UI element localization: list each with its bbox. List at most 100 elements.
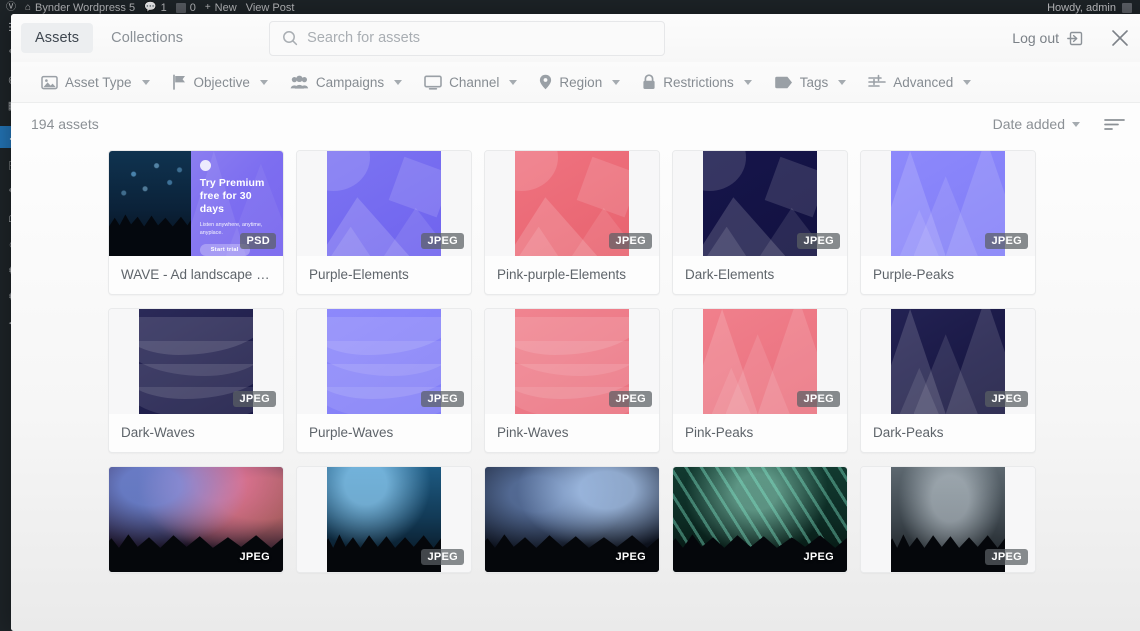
asset-name-label: Purple-Waves [297, 414, 471, 452]
results-bar: 194 assets Date added [11, 103, 1140, 145]
filter-label: Region [559, 75, 602, 90]
filter-campaigns[interactable]: Campaigns [290, 75, 402, 90]
asset-name-label: Pink-purple-Elements [485, 256, 659, 294]
filter-label: Advanced [893, 75, 953, 90]
filter-label: Objective [194, 75, 250, 90]
asset-type-badge: JPEG [609, 549, 652, 565]
asset-name-label: Purple-Elements [297, 256, 471, 294]
filter-objective[interactable]: Objective [172, 74, 268, 90]
chevron-down-icon [612, 80, 620, 85]
sign-out-icon [1067, 30, 1084, 47]
filter-label: Channel [449, 75, 499, 90]
asset-thumbnail[interactable]: JPEG [673, 467, 847, 572]
asset-type-badge: JPEG [797, 233, 840, 249]
people-icon [290, 75, 309, 90]
asset-thumbnail[interactable]: JPEG [485, 151, 659, 256]
sort-lines-icon[interactable] [1104, 117, 1126, 131]
asset-thumbnail[interactable]: JPEG [485, 309, 659, 414]
asset-card[interactable]: JPEG Purple-Elements [296, 150, 472, 295]
tab-collections[interactable]: Collections [97, 23, 197, 53]
modal-tabs: Assets Collections [21, 23, 197, 53]
asset-type-badge: JPEG [233, 391, 276, 407]
asset-card[interactable]: JPEGPurple-Peaks [860, 150, 1036, 295]
sort-by-value: Date added [993, 116, 1065, 132]
filter-channel[interactable]: Channel [424, 75, 517, 90]
asset-thumbnail[interactable]: JPEG [109, 309, 283, 414]
chevron-down-icon [260, 80, 268, 85]
sliders-icon [868, 74, 886, 90]
asset-grid: Try Premium free for 30 daysListen anywh… [11, 145, 1140, 573]
asset-type-badge: JPEG [797, 549, 840, 565]
asset-thumbnail[interactable]: JPEG [109, 467, 283, 572]
asset-card[interactable]: JPEGDark-Peaks [860, 308, 1036, 453]
asset-card[interactable]: Try Premium free for 30 daysListen anywh… [108, 150, 284, 295]
wp-view-post[interactable]: View Post [246, 2, 295, 14]
logout-button[interactable]: Log out [1012, 30, 1084, 47]
filter-label: Campaigns [316, 75, 384, 90]
chevron-down-icon [142, 80, 150, 85]
asset-card[interactable]: JPEG [484, 466, 660, 573]
asset-thumbnail[interactable]: JPEG [861, 467, 1035, 572]
brand-logo-icon [200, 160, 211, 171]
asset-name-label: Pink-Waves [485, 414, 659, 452]
asset-type-badge: JPEG [985, 391, 1028, 407]
asset-grid-scroll-area[interactable]: Try Premium free for 30 daysListen anywh… [11, 145, 1140, 631]
asset-card[interactable]: JPEG Pink-Waves [484, 308, 660, 453]
filter-region[interactable]: Region [539, 74, 620, 90]
ad-photo-half [109, 151, 191, 256]
asset-type-badge: JPEG [421, 233, 464, 249]
search-icon [282, 30, 298, 46]
wp-logo-icon[interactable]: Ⓥ [6, 3, 16, 13]
modal-header-actions: Log out [1012, 28, 1130, 48]
asset-thumbnail[interactable]: JPEG [485, 467, 659, 572]
location-pin-icon [539, 74, 552, 90]
asset-type-badge: JPEG [233, 549, 276, 565]
asset-thumbnail[interactable]: JPEG [673, 309, 847, 414]
avatar [1122, 3, 1132, 13]
search-input[interactable] [307, 30, 652, 46]
asset-thumbnail[interactable]: JPEG [861, 151, 1035, 256]
asset-card[interactable]: JPEG [860, 466, 1036, 573]
filter-restrictions[interactable]: Restrictions [642, 74, 752, 90]
chevron-down-icon [509, 80, 517, 85]
sort-by-dropdown[interactable]: Date added [993, 116, 1080, 132]
asset-type-badge: JPEG [797, 391, 840, 407]
search-box[interactable] [269, 21, 665, 56]
asset-card[interactable]: JPEGDark-Waves [108, 308, 284, 453]
filter-label: Tags [800, 75, 829, 90]
wp-site-name[interactable]: ⌂ Bynder Wordpress 5 [25, 2, 135, 14]
filter-advanced[interactable]: Advanced [868, 74, 971, 90]
asset-thumbnail[interactable]: JPEG [297, 151, 471, 256]
tab-assets[interactable]: Assets [21, 23, 93, 53]
asset-card[interactable]: JPEG Pink-purple-Elements [484, 150, 660, 295]
asset-thumbnail[interactable]: JPEG [673, 151, 847, 256]
filter-tags[interactable]: Tags [774, 75, 847, 90]
filter-asset-type[interactable]: Asset Type [41, 75, 150, 90]
asset-card[interactable]: JPEGPurple-Waves [296, 308, 472, 453]
ad-headline: Try Premium free for 30 days [200, 177, 275, 216]
wp-comments[interactable]: 💬 1 [144, 2, 167, 14]
asset-card[interactable]: JPEG [108, 466, 284, 573]
asset-thumbnail[interactable]: Try Premium free for 30 daysListen anywh… [109, 151, 283, 256]
close-modal-button[interactable] [1110, 28, 1130, 48]
asset-card[interactable]: JPEG [296, 466, 472, 573]
filter-label: Restrictions [663, 75, 734, 90]
asset-card[interactable]: JPEGPink-Peaks [672, 308, 848, 453]
asset-card[interactable]: JPEG [672, 466, 848, 573]
asset-type-badge: JPEG [609, 233, 652, 249]
asset-thumbnail[interactable]: JPEG [861, 309, 1035, 414]
chevron-down-icon [1072, 122, 1080, 127]
asset-thumbnail[interactable]: JPEG [297, 309, 471, 414]
filter-bar: Asset Type Objective Campaigns [11, 62, 1140, 103]
asset-thumbnail[interactable]: JPEG [297, 467, 471, 572]
asset-card[interactable]: JPEGDark-Elements [672, 150, 848, 295]
wp-account-menu[interactable]: Howdy, admin [1047, 2, 1140, 14]
wp-updates[interactable]: 0 [176, 2, 196, 14]
filter-label: Asset Type [65, 75, 132, 90]
image-icon [41, 75, 58, 90]
wp-new-menu[interactable]: + New [205, 2, 237, 14]
results-controls: Date added [993, 116, 1126, 132]
asset-type-badge: JPEG [985, 549, 1028, 565]
lock-icon [642, 74, 656, 90]
asset-type-badge: JPEG [609, 391, 652, 407]
